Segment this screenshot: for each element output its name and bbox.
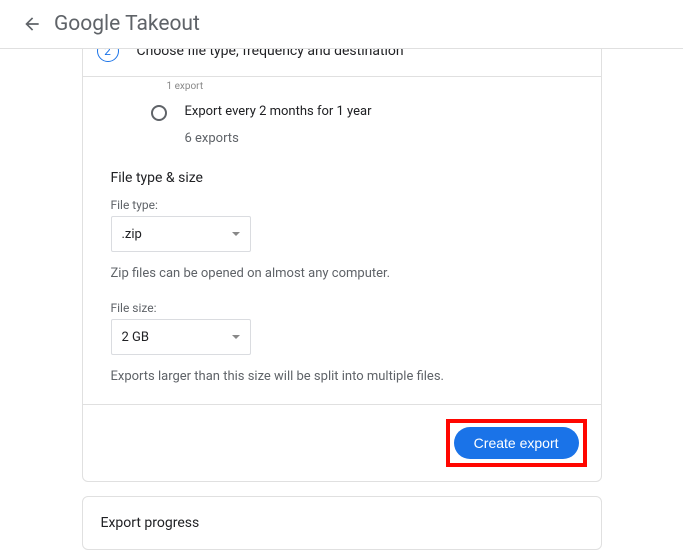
chevron-down-icon [232, 232, 240, 236]
prev-option-crumb: 1 export [83, 77, 601, 92]
export-progress-card: Export progress [82, 496, 602, 550]
frequency-radio-row[interactable]: Export every 2 months for 1 year [111, 92, 573, 121]
filetype-hint: Zip files can be opened on almost any co… [111, 266, 573, 281]
top-bar: Google Takeout [0, 0, 683, 49]
filetype-value: .zip [122, 227, 142, 242]
filesize-value: 2 GB [122, 330, 150, 345]
filesize-hint: Exports larger than this size will be sp… [111, 369, 573, 384]
app-title: Google Takeout [54, 12, 200, 36]
radio-label: Export every 2 months for 1 year [185, 104, 372, 119]
filetype-select[interactable]: .zip [111, 216, 251, 252]
highlight-annotation: Create export [446, 419, 587, 467]
back-arrow-icon[interactable] [20, 12, 44, 36]
export-progress-title: Export progress [101, 515, 583, 531]
create-export-button[interactable]: Create export [454, 427, 579, 459]
radio-unchecked-icon[interactable] [151, 105, 167, 121]
step-card: 2 Choose file type, frequency and destin… [82, 25, 602, 482]
chevron-down-icon [232, 335, 240, 339]
filesize-label: File size: [111, 301, 573, 315]
filetype-size-heading: File type & size [111, 170, 573, 186]
filetype-label: File type: [111, 198, 573, 212]
radio-sublabel: 6 exports [111, 121, 573, 146]
filesize-select[interactable]: 2 GB [111, 319, 251, 355]
card-footer: Create export [83, 404, 601, 481]
